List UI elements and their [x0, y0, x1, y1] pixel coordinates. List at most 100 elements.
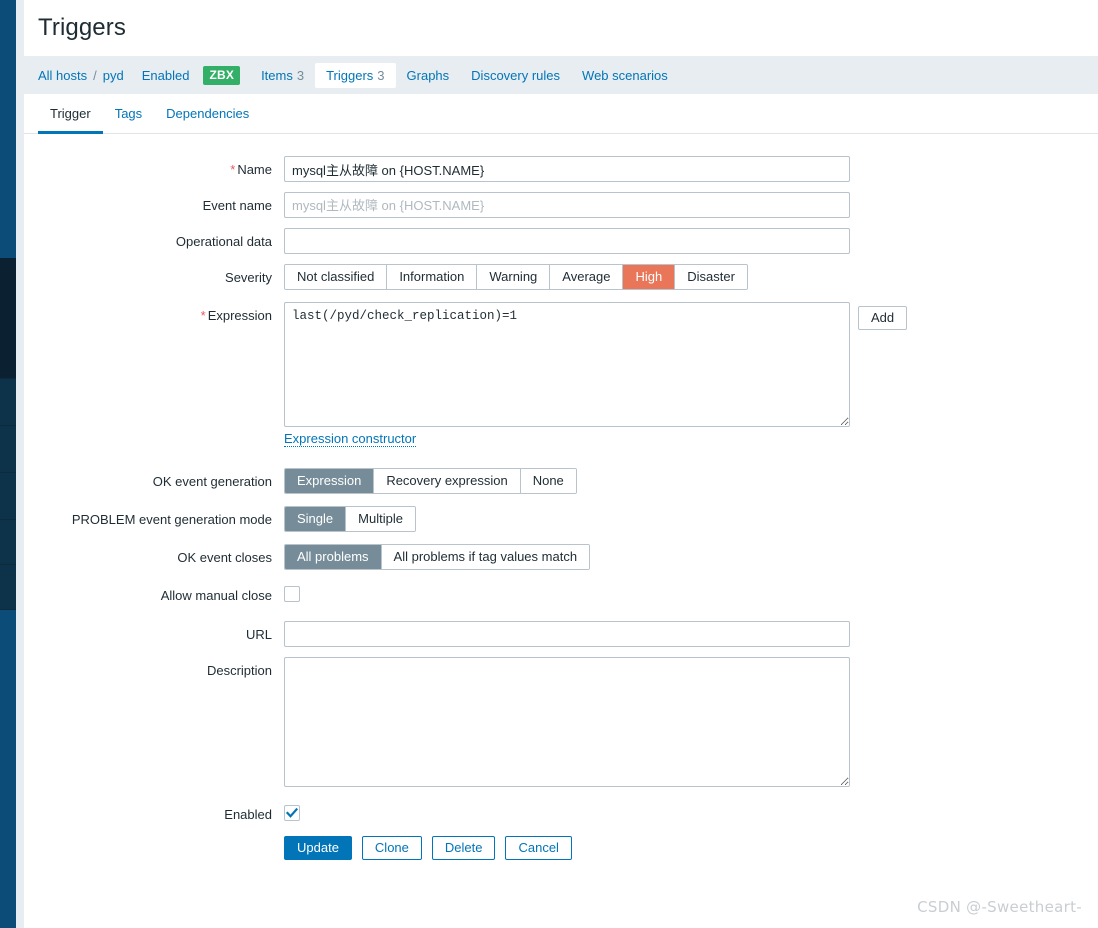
tab-tags[interactable]: Tags [103, 94, 154, 133]
field-ok-event-closes: All problems All problems if tag values … [284, 544, 1098, 570]
severity-option-information[interactable]: Information [387, 265, 478, 289]
zbx-badge-icon[interactable]: ZBX [203, 65, 241, 85]
label-spacer-constructor [24, 431, 284, 454]
rail-segment-4 [0, 473, 16, 519]
watermark: CSDN @-Sweetheart- [917, 898, 1082, 916]
breadcrumb-all-hosts[interactable]: All hosts [38, 68, 87, 83]
trigger-form: *Name Event name Operational data [24, 134, 1098, 860]
clone-button[interactable]: Clone [361, 836, 422, 860]
tab-trigger[interactable]: Trigger [38, 94, 103, 134]
update-button[interactable]: Update [284, 836, 352, 860]
page-header: Triggers [24, 0, 1098, 56]
expression-add-button[interactable]: Add [858, 306, 908, 330]
field-operational-data [284, 228, 1098, 254]
nav-web-scenarios[interactable]: Web scenarios [571, 63, 679, 87]
nav-graphs-label[interactable]: Graphs [407, 68, 450, 83]
label-operational-data: Operational data [175, 234, 272, 249]
ok-event-generation-option-none[interactable]: None [520, 469, 576, 493]
severity-option-disaster[interactable]: Disaster [675, 265, 747, 289]
rail-segment-2 [0, 379, 16, 425]
breadcrumb-separator: / [93, 67, 97, 83]
problem-mode-option-single[interactable]: Single [285, 507, 347, 531]
nav-graphs[interactable]: Graphs [396, 63, 461, 87]
problem-mode-option-multiple[interactable]: Multiple [346, 507, 415, 531]
field-problem-event-generation-mode: Single Multiple [284, 506, 1098, 532]
ok-event-closes-option-all-problems[interactable]: All problems [285, 545, 382, 569]
label-description: Description [206, 663, 272, 678]
label-event-name: Event name [202, 198, 272, 213]
label-url: URL [245, 627, 272, 642]
row-ok-event-generation: OK event generation Expression Recovery … [24, 468, 1098, 494]
ok-event-closes-segmented-control: All problems All problems if tag values … [284, 544, 591, 570]
field-url [284, 621, 1098, 647]
row-name: * Name [24, 156, 1098, 182]
form-tabs: Trigger Tags Dependencies [24, 94, 1098, 134]
agent-availability[interactable]: ZBX [197, 63, 250, 87]
nav-triggers-count: 3 [377, 67, 385, 83]
severity-option-high[interactable]: High [623, 265, 676, 289]
operational-data-input[interactable] [284, 228, 850, 254]
field-enabled [284, 801, 1098, 821]
url-input[interactable] [284, 621, 850, 647]
ok-event-closes-option-tag-values-match[interactable]: All problems if tag values match [381, 545, 590, 569]
delete-button[interactable]: Delete [431, 836, 496, 860]
row-event-name: Event name [24, 192, 1098, 218]
form-action-buttons: Update Clone Delete Cancel [284, 836, 572, 860]
allow-manual-close-checkbox[interactable] [284, 586, 300, 602]
tab-dependencies[interactable]: Dependencies [154, 94, 261, 133]
host-status-label[interactable]: Enabled [142, 68, 190, 83]
field-severity: Not classified Information Warning Avera… [284, 264, 1098, 290]
row-expression: * Expression last(/pyd/check_replication)… [24, 302, 1098, 427]
nav-items[interactable]: Items 3 [250, 63, 315, 87]
host-status[interactable]: Enabled [124, 63, 198, 87]
nav-discovery-rules[interactable]: Discovery rules [460, 63, 571, 87]
nav-items-label[interactable]: Items [261, 68, 293, 83]
label-enabled: Enabled [224, 807, 272, 822]
nav-discovery-rules-label[interactable]: Discovery rules [471, 68, 560, 83]
label-allow-manual-close: Allow manual close [160, 588, 272, 603]
row-ok-event-closes: OK event closes All problems All problem… [24, 544, 1098, 570]
app-root: Triggers All hosts / pyd Enabled ZBX Ite… [0, 0, 1098, 928]
field-expression-constructor: Expression constructor [284, 431, 1098, 447]
rail-segment-dark [0, 258, 16, 378]
description-textarea[interactable] [284, 657, 850, 787]
row-allow-manual-close: Allow manual close [24, 582, 1098, 605]
ok-event-generation-option-recovery-expression[interactable]: Recovery expression [374, 469, 521, 493]
host-nav-bar: All hosts / pyd Enabled ZBX Items 3 Trig… [24, 56, 1098, 94]
row-severity: Severity Not classified Information Warn… [24, 264, 1098, 290]
nav-triggers-label[interactable]: Triggers [326, 68, 373, 83]
field-expression: last(/pyd/check_replication)=1 Add [284, 302, 1098, 427]
expression-textarea[interactable]: last(/pyd/check_replication)=1 [284, 302, 850, 427]
ok-event-generation-option-expression[interactable]: Expression [285, 469, 375, 493]
field-event-name [284, 192, 1098, 218]
label-ok-event-closes: OK event closes [177, 550, 272, 565]
severity-option-not-classified[interactable]: Not classified [285, 265, 388, 289]
page-title: Triggers [38, 13, 126, 41]
label-problem-event-generation-mode: PROBLEM event generation mode [71, 512, 272, 527]
row-url: URL [24, 621, 1098, 647]
ok-event-generation-segmented-control: Expression Recovery expression None [284, 468, 577, 494]
row-enabled: Enabled [24, 801, 1098, 824]
enabled-checkbox[interactable] [284, 805, 300, 821]
severity-segmented-control: Not classified Information Warning Avera… [284, 264, 748, 290]
breadcrumb: All hosts / pyd [38, 63, 124, 87]
label-ok-event-generation: OK event generation [152, 474, 272, 489]
event-name-input[interactable] [284, 192, 850, 218]
row-operational-data: Operational data [24, 228, 1098, 254]
label-name-text: Name [237, 162, 272, 177]
name-input[interactable] [284, 156, 850, 182]
severity-option-warning[interactable]: Warning [477, 265, 551, 289]
nav-web-scenarios-label[interactable]: Web scenarios [582, 68, 668, 83]
main-content: Triggers All hosts / pyd Enabled ZBX Ite… [24, 0, 1098, 928]
field-form-actions: Update Clone Delete Cancel [284, 824, 1098, 860]
breadcrumb-host[interactable]: pyd [103, 68, 124, 83]
nav-triggers[interactable]: Triggers 3 [315, 62, 396, 88]
severity-option-average[interactable]: Average [550, 265, 624, 289]
cancel-button[interactable]: Cancel [505, 836, 572, 860]
row-problem-event-generation-mode: PROBLEM event generation mode Single Mul… [24, 506, 1098, 532]
field-description [284, 657, 1098, 787]
sidebar-rail[interactable] [0, 0, 16, 928]
expression-constructor-link[interactable]: Expression constructor [284, 431, 417, 447]
problem-event-generation-mode-segmented-control: Single Multiple [284, 506, 416, 532]
required-asterisk-expression: * [200, 308, 206, 323]
